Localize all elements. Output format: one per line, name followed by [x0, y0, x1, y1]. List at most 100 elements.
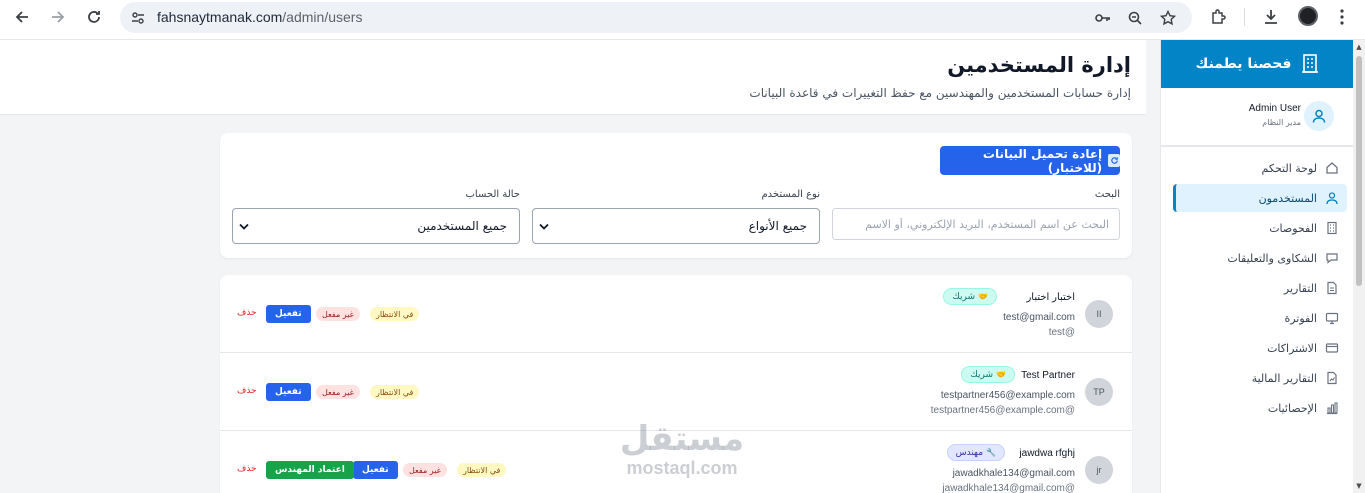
- address-bar[interactable]: fahsnaytmanak.com/admin/users: [120, 2, 1192, 33]
- scroll-down-icon[interactable]: ▼: [1355, 482, 1363, 490]
- toolbar-divider: [1244, 8, 1245, 26]
- user-username: testpartner456@example.com@: [930, 405, 1075, 416]
- user-type-badge: 🔧 مهندس: [946, 444, 1005, 461]
- sidebar-item-billing[interactable]: الفوترة: [1173, 304, 1347, 332]
- status-badge-pending: في الانتظار: [457, 463, 507, 477]
- search-input[interactable]: [832, 208, 1120, 240]
- profile-avatar-icon[interactable]: [1298, 6, 1318, 26]
- site-settings-icon[interactable]: [128, 8, 148, 28]
- account-status-select[interactable]: جميع المستخدمين: [232, 208, 520, 244]
- users-list: II اختبار اختبار 🤝 شريك test@gmail.com t…: [220, 275, 1132, 493]
- bar-chart-icon: [1325, 401, 1339, 415]
- page-subtitle: إدارة حسابات المستخدمين والمهندسين مع حف…: [749, 86, 1131, 100]
- account-status-value: جميع المستخدمين: [417, 219, 507, 233]
- password-key-icon[interactable]: [1093, 8, 1113, 28]
- user-type-label: شريك: [952, 291, 976, 302]
- user-role: مدير النظام: [1262, 118, 1301, 127]
- activate-button[interactable]: تفعيل: [266, 305, 311, 323]
- table-row: jr jawdwa rfghj 🔧 مهندس jawadkhale134@gm…: [220, 431, 1132, 493]
- status-badge-inactive: غير مفعل: [403, 463, 447, 477]
- sidebar-item-label: لوحة التحكم: [1261, 161, 1317, 175]
- sidebar-item-statistics[interactable]: الإحصائيات: [1173, 394, 1347, 422]
- bookmark-star-icon[interactable]: [1158, 8, 1178, 28]
- home-icon: [1325, 161, 1339, 175]
- user-type-badge: 🤝 شريك: [961, 366, 1015, 383]
- sidebar-item-reports[interactable]: التقارير: [1173, 274, 1347, 302]
- user-name: اختبار اختبار: [1026, 292, 1075, 303]
- avatar: II: [1085, 300, 1113, 328]
- user-profile: Admin User مدير النظام: [1161, 88, 1354, 146]
- page-title: إدارة المستخدمين: [947, 53, 1131, 77]
- sidebar-item-dashboard[interactable]: لوحة التحكم: [1173, 154, 1347, 182]
- building-icon: [1301, 53, 1319, 76]
- sidebar-item-complaints[interactable]: الشكاوى والتعليقات: [1173, 244, 1347, 272]
- chevron-down-icon: [539, 220, 549, 233]
- reload-data-label: إعادة تحميل البيانات (للاختبار): [982, 146, 1103, 175]
- chevron-down-icon: [239, 220, 249, 233]
- sidebar-item-label: المستخدمون: [1258, 191, 1317, 205]
- delete-button[interactable]: حذف: [237, 386, 257, 396]
- wrench-icon: 🔧: [986, 448, 996, 457]
- account-status-label: حالة الحساب: [465, 189, 520, 200]
- user-name: jawdwa rfghj: [1019, 448, 1075, 459]
- delete-button[interactable]: حذف: [237, 464, 257, 474]
- zoom-icon[interactable]: [1125, 8, 1145, 28]
- avatar: jr: [1085, 456, 1113, 484]
- brand-name: فحصنا يطمنك: [1195, 56, 1292, 72]
- menu-kebab-icon[interactable]: [1330, 5, 1354, 29]
- status-badge-pending: في الانتظار: [370, 307, 420, 321]
- sidebar-item-label: التقارير: [1283, 281, 1317, 295]
- back-icon[interactable]: [10, 5, 34, 29]
- activate-button[interactable]: تفعيل: [266, 383, 311, 401]
- sidebar-item-label: الفوترة: [1284, 311, 1317, 325]
- status-badge-inactive: غير مفعل: [316, 385, 360, 399]
- user-email: test@gmail.com: [1003, 312, 1075, 323]
- scroll-thumb[interactable]: [1356, 56, 1362, 286]
- monitor-icon: [1325, 311, 1339, 325]
- user-type-value: جميع الأنواع: [748, 219, 807, 233]
- sidebar-item-label: الإحصائيات: [1267, 401, 1317, 415]
- reload-icon[interactable]: [82, 5, 106, 29]
- user-type-label: نوع المستخدم: [761, 189, 820, 200]
- user-username: jawadkhale134@gmail.com@: [942, 483, 1075, 493]
- sidebar-item-users[interactable]: المستخدمون: [1173, 184, 1347, 212]
- reload-data-button[interactable]: إعادة تحميل البيانات (للاختبار): [940, 146, 1120, 175]
- page-scrollbar[interactable]: ▲ ▼: [1353, 40, 1365, 493]
- user-type-badge: 🤝 شريك: [943, 288, 997, 305]
- sidebar-menu: لوحة التحكم المستخدمون الفحوصات الشكاوى …: [1173, 154, 1347, 424]
- download-icon[interactable]: [1259, 5, 1283, 29]
- handshake-icon: 🤝: [996, 370, 1006, 379]
- table-row: II اختبار اختبار 🤝 شريك test@gmail.com t…: [220, 275, 1132, 353]
- browser-toolbar: fahsnaytmanak.com/admin/users: [0, 0, 1365, 40]
- extensions-icon[interactable]: [1206, 5, 1230, 29]
- approve-engineer-button[interactable]: اعتماد المهندس: [266, 461, 354, 479]
- refresh-icon: [1108, 154, 1120, 167]
- handshake-icon: 🤝: [978, 292, 988, 301]
- avatar: TP: [1085, 378, 1113, 406]
- sidebar-item-label: الفحوصات: [1269, 221, 1317, 235]
- user-email: jawadkhale134@gmail.com: [952, 468, 1075, 479]
- user-username: test@: [1048, 327, 1075, 338]
- sidebar-item-financial-reports[interactable]: التقارير المالية: [1173, 364, 1347, 392]
- user-name: Test Partner: [1021, 370, 1075, 381]
- forward-icon[interactable]: [46, 5, 70, 29]
- sidebar-item-subscriptions[interactable]: الاشتراكات: [1173, 334, 1347, 362]
- user-avatar-icon: [1304, 101, 1334, 131]
- sidebar-item-inspections[interactable]: الفحوصات: [1173, 214, 1347, 242]
- user-type-select[interactable]: جميع الأنواع: [532, 208, 820, 244]
- user-icon: [1325, 191, 1339, 205]
- activate-button[interactable]: تفعيل: [353, 461, 398, 479]
- sidebar-item-label: التقارير المالية: [1251, 371, 1317, 385]
- user-email: testpartner456@example.com: [940, 390, 1075, 401]
- search-label: البحث: [1094, 189, 1120, 200]
- scroll-up-icon[interactable]: ▲: [1355, 43, 1363, 51]
- document-icon: [1325, 281, 1339, 295]
- user-type-label: مهندس: [955, 447, 984, 458]
- chat-icon: [1325, 251, 1339, 265]
- chart-file-icon: [1325, 371, 1339, 385]
- brand-logo[interactable]: فحصنا يطمنك: [1161, 40, 1354, 88]
- delete-button[interactable]: حذف: [237, 308, 257, 318]
- sidebar-divider: [1161, 146, 1354, 147]
- page-header: إدارة المستخدمين إدارة حسابات المستخدمين…: [0, 40, 1146, 115]
- url-text: fahsnaytmanak.com/admin/users: [157, 9, 363, 25]
